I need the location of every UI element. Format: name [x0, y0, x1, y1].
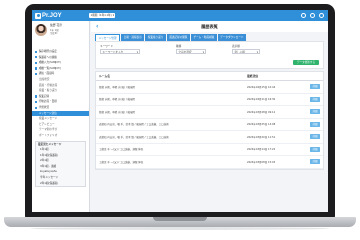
- refresh-button[interactable]: データ更新する: [293, 59, 319, 65]
- tab[interactable]: 面談記録の閲覧: [166, 34, 190, 41]
- profile-name: 佐野 花奈: [50, 23, 63, 27]
- account-select[interactable]: 1期間（1年×1年): [89, 13, 115, 18]
- menu-bullet-icon: [35, 67, 38, 70]
- title-bar: 履歴表覧 ‹: [91, 21, 328, 32]
- tab[interactable]: データダウンロード: [217, 34, 247, 41]
- room-cell: 佐藤 水嶋、中嶋 光(母) / 龍瑞院: [99, 85, 135, 89]
- sidebar: 佐野 花奈 1年 1組 生徒ID 保存場所の設定 保護者への連絡 成績入力(SUNJ…: [32, 21, 90, 212]
- detail-button[interactable]: 詳細: [310, 84, 320, 90]
- sidebar-item-label: ポートフォリオ: [39, 133, 58, 137]
- top-icon-group: [301, 13, 324, 18]
- header-date: 最終送信: [247, 74, 259, 78]
- date-cell: 2024年03月08日 15:03: [247, 160, 276, 164]
- detail-button[interactable]: 詳細: [310, 96, 320, 102]
- date-cell: 2024年03月25日 14:08: [247, 123, 276, 127]
- notification-icon[interactable]: [301, 13, 306, 18]
- tab-bar: メッセージ管理 日報・週報表示 授業振り返り 面談記録の閲覧 ゲーム・動画視聴 データダウ…: [91, 32, 328, 41]
- keyword-filter: キーワード キーワードを入力: [100, 45, 140, 54]
- header-room: ルーム名: [99, 74, 111, 78]
- date-cell: 2024年03月14日 17:22: [247, 148, 276, 152]
- table-row[interactable]: 近藤和 内山亮、増 手、鈴木 慎 / 龍瑞院 / 工口英樹、工口技術 2024年0…: [96, 119, 323, 131]
- sidebar-item[interactable]: ポートフォリオ: [32, 133, 89, 139]
- detail-button[interactable]: 詳細: [310, 121, 320, 127]
- menu-bullet-icon: [35, 56, 38, 59]
- action-cell: 詳細: [298, 159, 323, 165]
- date-cell: 2024年03月28日 09:12: [247, 110, 276, 114]
- tab[interactable]: メッセージ管理: [95, 34, 121, 41]
- room-cell: 工藤正 千 一(父) / 工口英樹、須賀 伸吾: [99, 148, 144, 152]
- action-cell: 詳細: [298, 84, 323, 90]
- table-row[interactable]: 佐藤 水嶋、中嶋 光(母) / 龍瑞院 2024年03月28日 09:12 詳細: [96, 106, 323, 119]
- room-cell: 工藤正 千 一(父) / 工口英樹、須賀 伸吾: [99, 160, 144, 164]
- action-cell: 詳細: [298, 134, 323, 140]
- table-row[interactable]: 近藤和 内山亮、増 手、鈴木 慎 / 龍瑞院 / 工口英樹、工口技術 2024年0…: [96, 131, 323, 144]
- room-cell: 佐藤 水嶋、中嶋 光(母) / 龍瑞院: [99, 98, 135, 102]
- detail-button[interactable]: 詳細: [310, 146, 320, 152]
- keyword-input[interactable]: キーワードを入力: [100, 49, 140, 54]
- sort-filter: 表示順 新しい順: [232, 45, 260, 54]
- menu-bullet-icon: [35, 95, 38, 98]
- recent-messages-list: 1年1組 1年1組(保護者) 2年1組 3年1組 - 連絡 kuyakuyushu 学年メ…: [36, 147, 85, 186]
- recent-messages-box: 最近見たメッセージ 1年1組 1年1組(保護者) 2年1組 3年1組 - 連絡 kuya…: [35, 140, 86, 188]
- header-action: [298, 72, 323, 80]
- date-cell: 2024年03月20日 11:51: [247, 135, 276, 139]
- menu-bullet-icon: [35, 101, 38, 104]
- app-logo[interactable]: Pr.JOY: [35, 12, 62, 19]
- type-select[interactable]: 全員を選択: [176, 49, 206, 54]
- tab[interactable]: 授業振り返り: [145, 34, 166, 41]
- action-cell: 詳細: [298, 121, 323, 127]
- table-row[interactable]: 佐藤 水嶋、中嶋 光(母) / 龍瑞院 2024年04月15日 10:44 詳細: [96, 81, 323, 94]
- room-cell: 近藤和 内山亮、増 手、鈴木 慎 / 龍瑞院 / 工口英樹、工口技術: [99, 123, 169, 127]
- detail-button[interactable]: 詳細: [310, 134, 320, 140]
- laptop-notch: [153, 217, 207, 221]
- help-icon[interactable]: [310, 13, 315, 18]
- tab[interactable]: 日報・週報表示: [121, 34, 145, 41]
- app-screen: Pr.JOY 1期間（1年×1年) 佐野 花奈 1年 1組 生徒ID 保存場所の…: [32, 10, 328, 212]
- avatar[interactable]: [35, 24, 47, 36]
- room-cell: 近藤和 内山亮、増 手、鈴木 慎 / 龍瑞院 / 工口英樹、工口技術: [99, 135, 169, 139]
- table-body: 佐藤 水嶋、中嶋 光(母) / 龍瑞院 2024年04月15日 10:44 詳細 佐藤…: [96, 81, 323, 169]
- action-cell: 詳細: [298, 96, 323, 102]
- date-cell: 2024年04月15日 10:44: [247, 85, 276, 89]
- top-bar: Pr.JOY 1期間（1年×1年): [32, 10, 328, 21]
- menu-bullet-icon: [35, 112, 38, 115]
- keyword-label: キーワード: [100, 45, 113, 48]
- date-cell: 2024年04月11日 16:30: [247, 98, 276, 102]
- detail-button[interactable]: 詳細: [310, 159, 320, 165]
- logo-icon: [35, 12, 41, 19]
- action-cell: 詳細: [298, 109, 323, 115]
- room-cell: 佐藤 水嶋、中嶋 光(母) / 龍瑞院: [99, 110, 135, 114]
- profile-card: 佐野 花奈 1年 1組 生徒ID: [32, 21, 89, 49]
- filter-panel: キーワード キーワードを入力 種類 全員を選択 表示順 新しい順 データ更新する: [95, 41, 324, 69]
- sort-label: 表示順: [232, 45, 240, 48]
- back-chevron-icon[interactable]: ‹: [96, 23, 102, 30]
- menu-bullet-icon: [35, 73, 38, 76]
- user-menu-icon[interactable]: [319, 13, 324, 18]
- table-row[interactable]: 佐藤 水嶋、中嶋 光(母) / 龍瑞院 2024年04月11日 16:30 詳細: [96, 94, 323, 106]
- page-title: 履歴表覧: [201, 24, 218, 29]
- type-filter: 種類 全員を選択: [176, 45, 206, 54]
- sidebar-nav: 保存場所の設定 保護者への連絡 成績入力(SUNJOY) 成績一覧(SUNJOY) 通知…: [32, 49, 89, 139]
- menu-bullet-icon: [35, 106, 38, 109]
- profile-id: 生徒ID: [50, 32, 58, 35]
- table-row[interactable]: 工藤正 千 一(父) / 工口英樹、須賀 伸吾 2024年03月08日 15:03…: [96, 156, 323, 169]
- detail-button[interactable]: 詳細: [310, 109, 320, 115]
- tab[interactable]: ゲーム・動画視聴: [190, 34, 217, 41]
- menu-bullet-icon: [35, 50, 38, 53]
- menu-bullet-icon: [35, 61, 38, 65]
- history-table: ルーム名 最終送信 佐藤 水嶋、中嶋 光(母) / 龍瑞院 2024年04月15日…: [95, 71, 324, 170]
- main-content: 履歴表覧 ‹ メッセージ管理 日報・週報表示 授業振り返り 面談記録の閲覧 ゲーム・動画…: [91, 21, 328, 212]
- table-header: ルーム名 最終送信: [96, 72, 323, 81]
- sort-select[interactable]: 新しい順: [232, 49, 260, 54]
- action-cell: 詳細: [298, 146, 323, 152]
- table-row[interactable]: 工藤正 千 一(父) / 工口英樹、須賀 伸吾 2024年03月14日 17:22…: [96, 144, 323, 156]
- type-label: 種類: [176, 45, 182, 48]
- laptop-shadow: [30, 227, 330, 230]
- logo-text: Pr.JOY: [42, 12, 62, 19]
- recent-message-item[interactable]: 2年1組(保護者): [36, 181, 85, 187]
